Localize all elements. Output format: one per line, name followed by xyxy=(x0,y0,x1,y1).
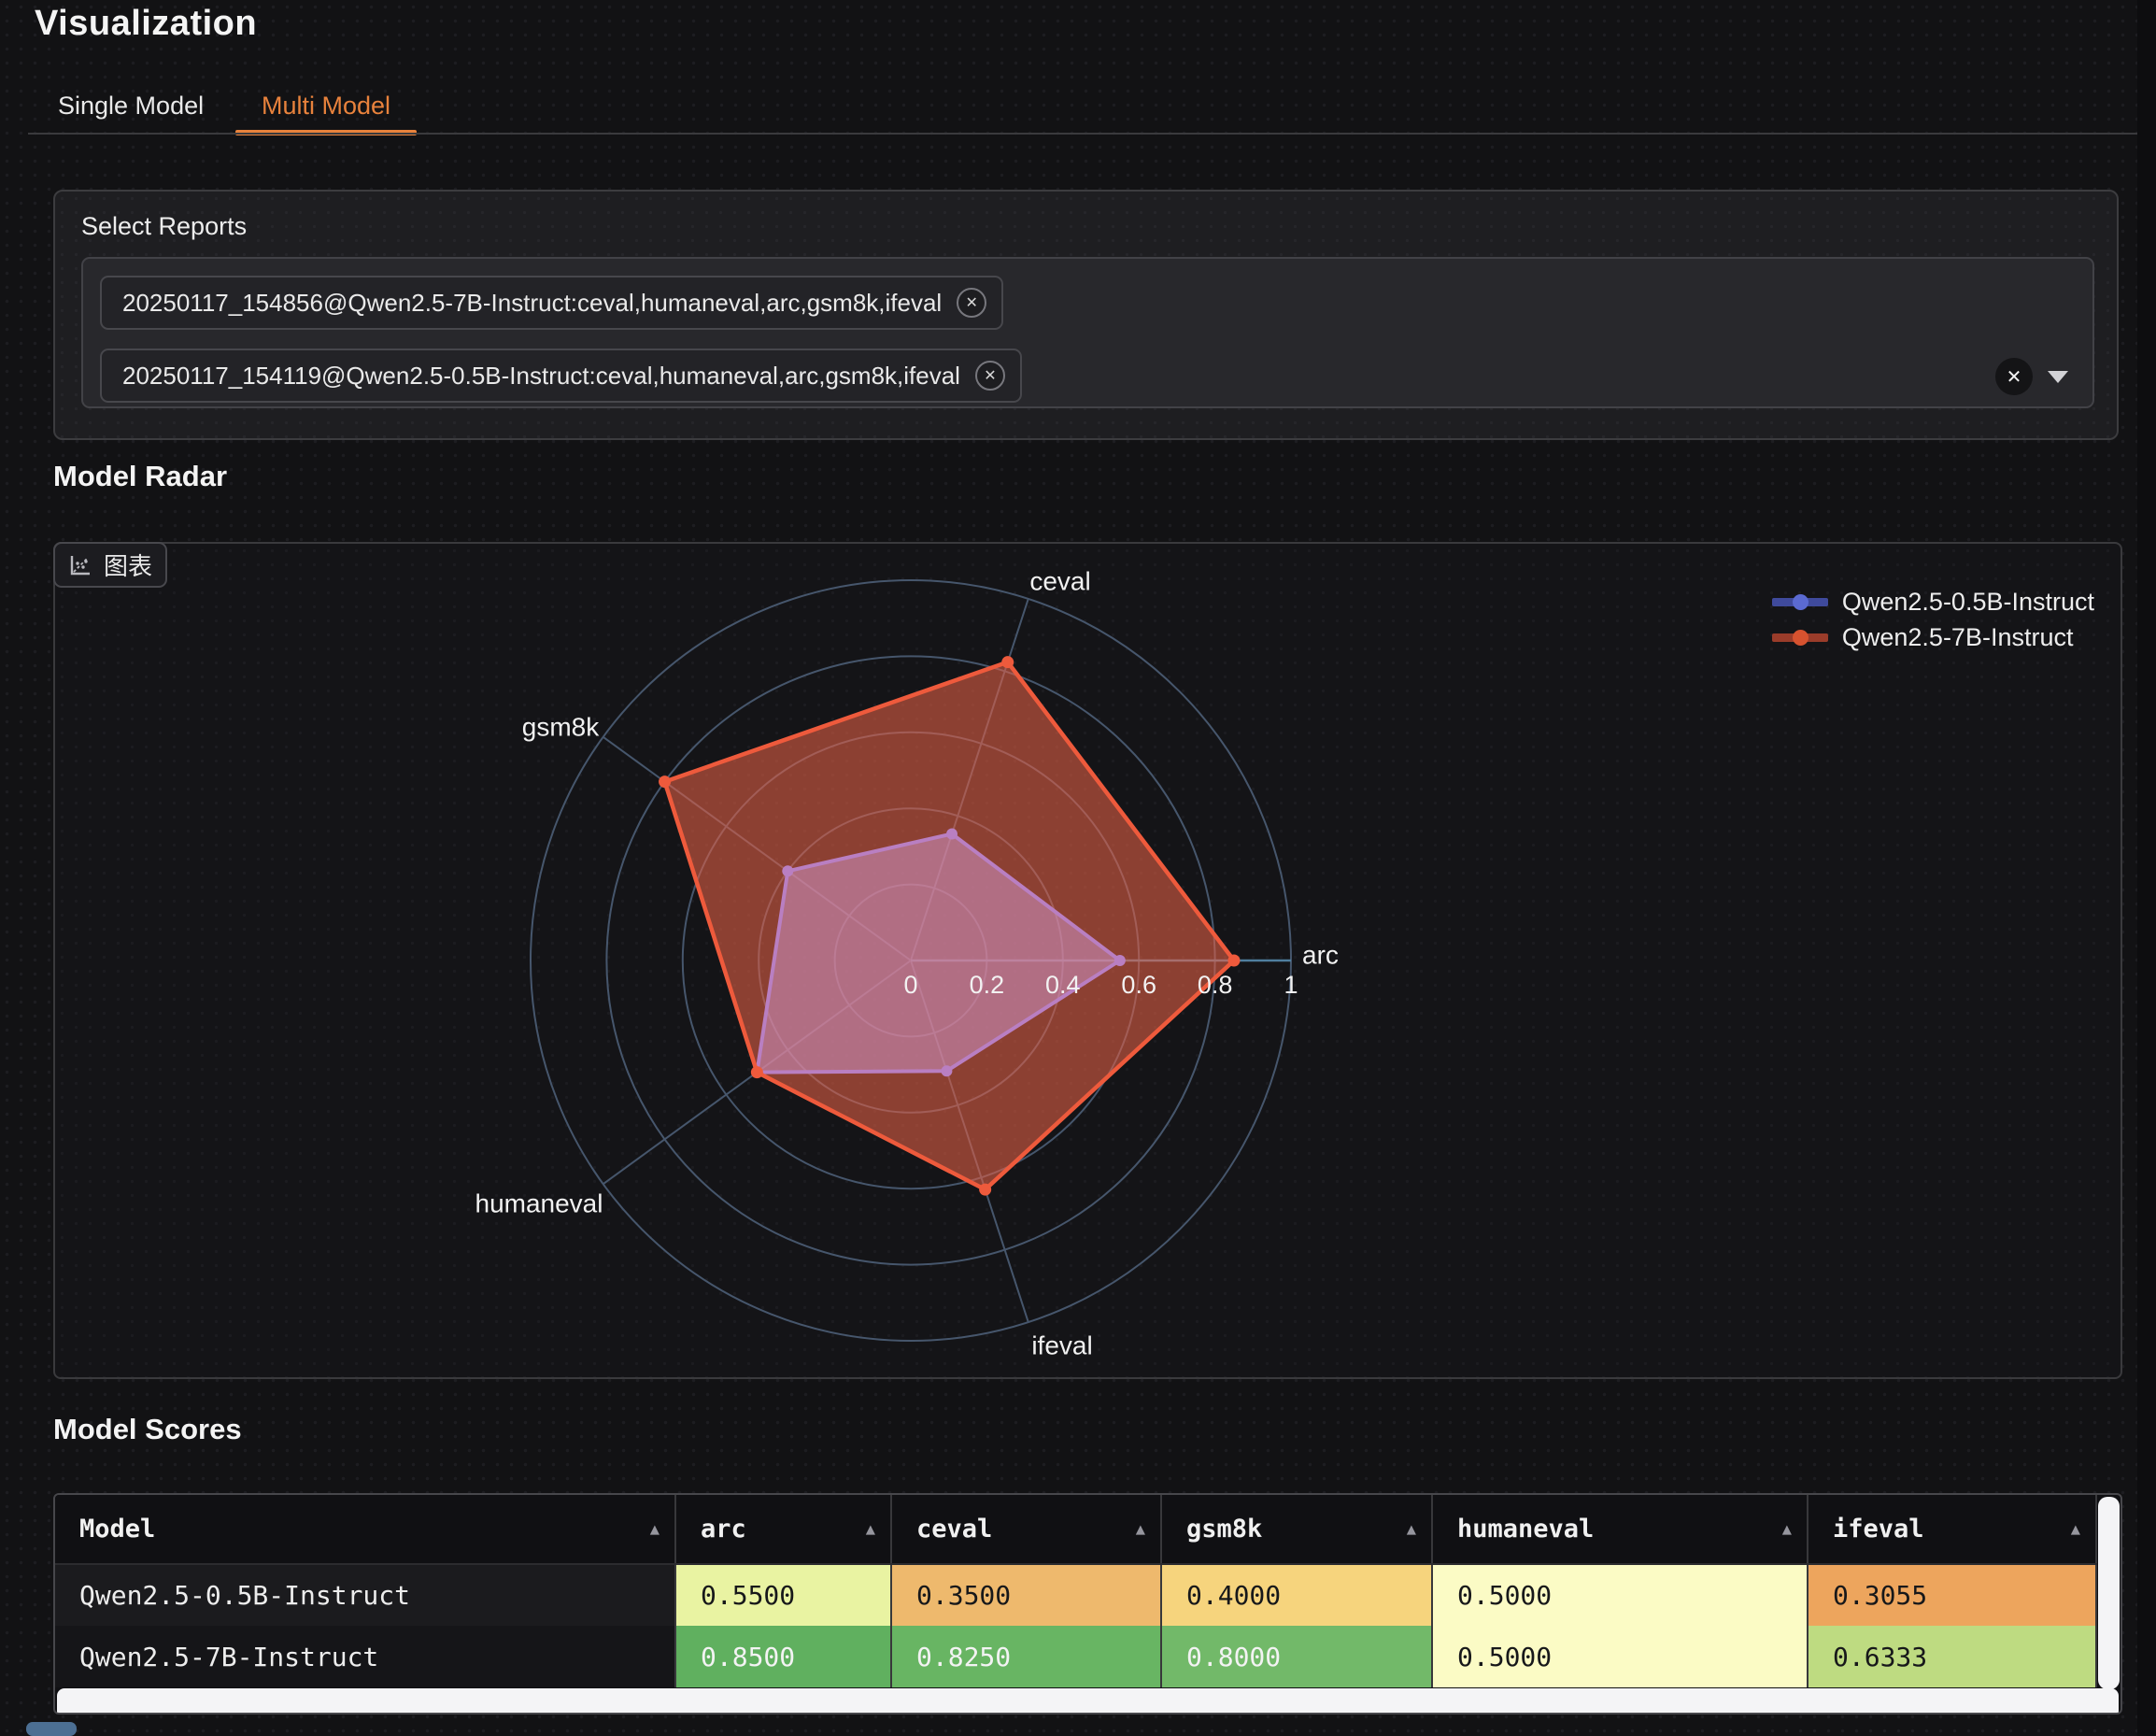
cell-arc[interactable]: 0.5500 xyxy=(675,1564,891,1626)
column-label: gsm8k xyxy=(1186,1515,1262,1544)
reports-multiselect-input[interactable]: 20250117_154856@Qwen2.5-7B-Instruct:ceva… xyxy=(81,257,2094,408)
radar-axis-label-humaneval: humaneval xyxy=(475,1188,603,1217)
radar-point-Qwen2.5-0.5B-Instruct-arc[interactable] xyxy=(1114,955,1126,966)
sort-asc-icon[interactable]: ▲ xyxy=(2071,1520,2080,1539)
cell-arc[interactable]: 0.8500 xyxy=(675,1626,891,1687)
header-cell-ceval[interactable]: ceval ▲ xyxy=(891,1495,1161,1564)
header-cell-gsm8k[interactable]: gsm8k ▲ xyxy=(1161,1495,1432,1564)
radar-section-heading: Model Radar xyxy=(53,460,227,493)
legend-item-qwen2.5-7b-instruct[interactable]: Qwen2.5-7B-Instruct xyxy=(1772,624,2094,650)
selected-report-chips: 20250117_154856@Qwen2.5-7B-Instruct:ceva… xyxy=(100,276,1943,403)
radar-chart[interactable]: 0 0.2 0.4 0.6 0.8 1arc ceval gsm8k humaneval ifev… xyxy=(55,544,2124,1381)
cell-model[interactable]: Qwen2.5-7B-Instruct xyxy=(55,1626,675,1687)
header-cell-arc[interactable]: arc ▲ xyxy=(675,1495,891,1564)
legend-label: Qwen2.5-0.5B-Instruct xyxy=(1842,588,2094,617)
scatter-chart-icon xyxy=(68,553,92,577)
radar-point-Qwen2.5-7B-Instruct-humaneval[interactable] xyxy=(751,1066,763,1078)
radar-point-Qwen2.5-0.5B-Instruct-ceval[interactable] xyxy=(946,829,957,840)
clear-all-button[interactable]: ✕ xyxy=(1995,358,2033,395)
radar-point-Qwen2.5-0.5B-Instruct-gsm8k[interactable] xyxy=(782,865,793,876)
chart-legend: Qwen2.5-0.5B-Instruct Qwen2.5-7B-Instruct xyxy=(1772,589,2094,650)
cell-ifeval[interactable]: 0.6333 xyxy=(1808,1626,2096,1687)
remove-report-icon[interactable]: ✕ xyxy=(975,361,1005,391)
tab-single-model[interactable]: Single Model xyxy=(58,80,204,131)
cell-humaneval[interactable]: 0.5000 xyxy=(1432,1626,1808,1687)
clear-all-icon: ✕ xyxy=(2007,365,2022,389)
cell-ceval[interactable]: 0.3500 xyxy=(891,1564,1161,1626)
chevron-down-icon[interactable] xyxy=(2048,371,2068,383)
scores-section-heading: Model Scores xyxy=(53,1413,242,1446)
column-label: ceval xyxy=(916,1515,992,1544)
page-title: Visualization xyxy=(35,4,257,44)
radar-chart-card: 0 0.2 0.4 0.6 0.8 1arc ceval gsm8k humaneval ifev… xyxy=(53,542,2122,1379)
header-cell-model[interactable]: Model ▲ xyxy=(55,1495,675,1564)
column-label: arc xyxy=(701,1515,746,1544)
column-label: humaneval xyxy=(1457,1515,1594,1544)
header-cell-humaneval[interactable]: humaneval ▲ xyxy=(1432,1495,1808,1564)
header-cell-ifeval[interactable]: ifeval ▲ xyxy=(1808,1495,2096,1564)
remove-report-icon[interactable]: ✕ xyxy=(957,288,986,318)
cell-gsm8k[interactable]: 0.8000 xyxy=(1161,1626,1432,1687)
report-chip-label: 20250117_154119@Qwen2.5-0.5B-Instruct:ce… xyxy=(122,362,960,391)
radar-tick-label: 1 xyxy=(1284,971,1298,999)
sort-asc-icon[interactable]: ▲ xyxy=(1407,1520,1416,1539)
radar-tick-label: 0 xyxy=(903,971,917,999)
chart-tab-button[interactable]: 图表 xyxy=(53,542,167,588)
select-reports-card: Select Reports 20250117_154856@Qwen2.5-7… xyxy=(53,190,2119,440)
cell-model[interactable]: Qwen2.5-0.5B-Instruct xyxy=(55,1564,675,1626)
legend-item-qwen2.5-0.5b-instruct[interactable]: Qwen2.5-0.5B-Instruct xyxy=(1772,589,2094,615)
tab-bar: Single Model Multi Model xyxy=(0,80,2156,136)
radar-tick-label: 0.6 xyxy=(1121,971,1156,999)
table-horizontal-scrollbar[interactable] xyxy=(57,1688,2119,1713)
cell-ifeval[interactable]: 0.3055 xyxy=(1808,1564,2096,1626)
sort-asc-icon[interactable]: ▲ xyxy=(866,1520,875,1539)
tab-divider xyxy=(28,133,2156,135)
column-label: Model xyxy=(79,1515,155,1544)
radar-point-Qwen2.5-0.5B-Instruct-ifeval[interactable] xyxy=(941,1065,952,1076)
window-edge xyxy=(2137,0,2156,1736)
report-chip: 20250117_154119@Qwen2.5-0.5B-Instruct:ce… xyxy=(100,349,1022,403)
report-chip: 20250117_154856@Qwen2.5-7B-Instruct:ceva… xyxy=(100,276,1003,330)
table-row: Qwen2.5-0.5B-Instruct0.55000.35000.40000… xyxy=(55,1564,2096,1626)
column-label: ifeval xyxy=(1833,1515,1924,1544)
sort-asc-icon[interactable]: ▲ xyxy=(1136,1520,1145,1539)
radar-axis-label-arc: arc xyxy=(1302,940,1339,969)
radar-axis-label-gsm8k: gsm8k xyxy=(522,712,600,741)
radar-axis-label-ifeval: ifeval xyxy=(1031,1330,1092,1359)
radar-point-Qwen2.5-7B-Instruct-ifeval[interactable] xyxy=(979,1184,991,1196)
radar-tick-label: 0.4 xyxy=(1045,971,1081,999)
radar-point-Qwen2.5-7B-Instruct-ceval[interactable] xyxy=(1001,656,1014,668)
model-scores-table: Model ▲ arc ▲ ceval ▲ gsm8k ▲ humaneval ▲ ifeval ▲ Q… xyxy=(53,1493,2122,1715)
radar-tick-label: 0.8 xyxy=(1198,971,1233,999)
cell-ceval[interactable]: 0.8250 xyxy=(891,1626,1161,1687)
cell-gsm8k[interactable]: 0.4000 xyxy=(1161,1564,1432,1626)
radar-axis-label-ceval: ceval xyxy=(1029,566,1090,595)
cell-humaneval[interactable]: 0.5000 xyxy=(1432,1564,1808,1626)
tab-multi-model[interactable]: Multi Model xyxy=(262,80,390,131)
select-reports-label: Select Reports xyxy=(81,212,247,241)
radar-point-Qwen2.5-7B-Instruct-arc[interactable] xyxy=(1227,955,1240,967)
report-chip-label: 20250117_154856@Qwen2.5-7B-Instruct:ceva… xyxy=(122,289,942,318)
sort-asc-icon[interactable]: ▲ xyxy=(650,1520,660,1539)
legend-marker xyxy=(1772,624,1828,650)
table-row: Qwen2.5-7B-Instruct0.85000.82500.80000.5… xyxy=(55,1626,2096,1687)
legend-label: Qwen2.5-7B-Instruct xyxy=(1842,623,2074,652)
radar-tick-label: 0.2 xyxy=(970,971,1005,999)
chart-tab-label: 图表 xyxy=(104,548,152,582)
page-scrollbar-thumb[interactable] xyxy=(26,1722,77,1736)
radar-point-Qwen2.5-7B-Instruct-gsm8k[interactable] xyxy=(659,776,671,788)
legend-marker xyxy=(1772,589,1828,615)
table-vertical-scrollbar[interactable] xyxy=(2098,1497,2120,1689)
sort-asc-icon[interactable]: ▲ xyxy=(1782,1520,1792,1539)
